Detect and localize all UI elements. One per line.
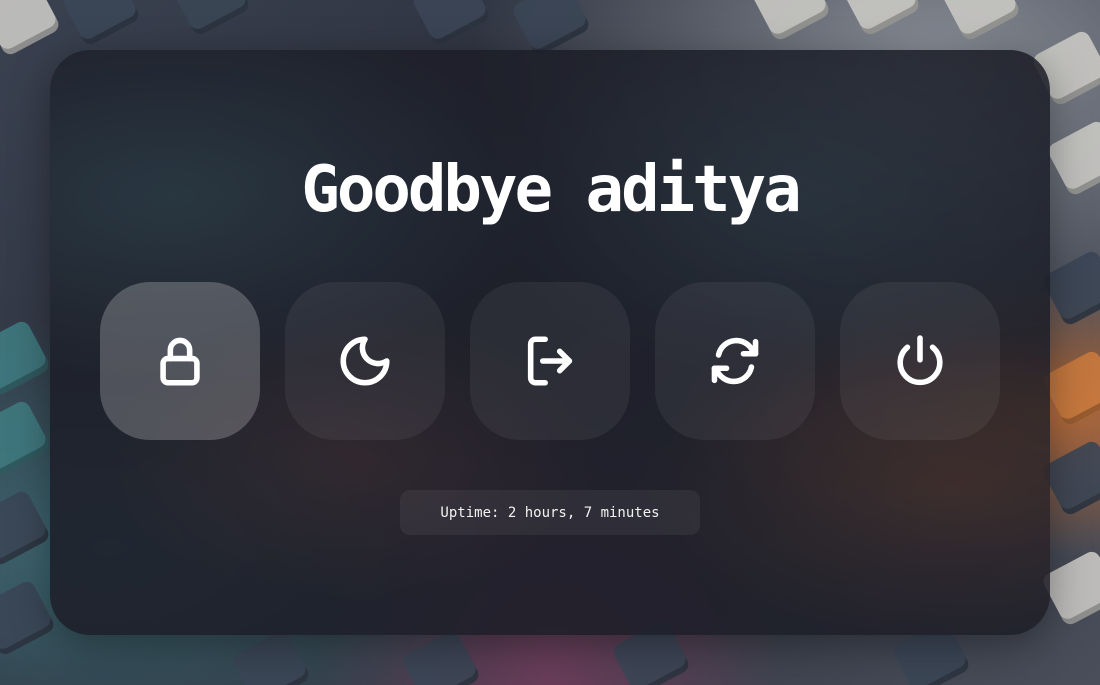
keyboard-key — [840, 0, 922, 38]
keyboard-key — [0, 318, 52, 398]
shutdown-button[interactable] — [840, 282, 1000, 440]
power-actions — [100, 282, 1000, 440]
reboot-button[interactable] — [655, 282, 815, 440]
logout-button[interactable] — [470, 282, 630, 440]
suspend-button[interactable] — [285, 282, 445, 440]
power-menu-panel: Goodbye aditya Uptime: 2 hours, 7 minute… — [50, 50, 1050, 635]
keyboard-key — [400, 628, 482, 685]
lock-icon — [160, 337, 200, 386]
moon-icon — [340, 336, 390, 386]
greeting-title: Goodbye aditya — [301, 153, 801, 227]
keyboard-key — [0, 488, 52, 568]
keyboard-key — [940, 0, 1022, 43]
keyboard-key — [510, 0, 592, 58]
keyboard-key — [60, 0, 142, 48]
uptime-label: Uptime: 2 hours, 7 minutes — [400, 490, 700, 535]
keyboard-key — [170, 0, 252, 38]
reboot-icon — [711, 337, 759, 385]
power-icon — [897, 335, 943, 386]
keyboard-key — [750, 0, 832, 43]
lock-button[interactable] — [100, 282, 260, 440]
keyboard-key — [0, 578, 57, 658]
keyboard-key — [230, 628, 312, 685]
logout-icon — [527, 336, 573, 386]
keyboard-key — [0, 398, 52, 478]
keyboard-key — [1045, 118, 1100, 198]
keyboard-key — [410, 0, 492, 48]
keyboard-key — [0, 0, 62, 58]
